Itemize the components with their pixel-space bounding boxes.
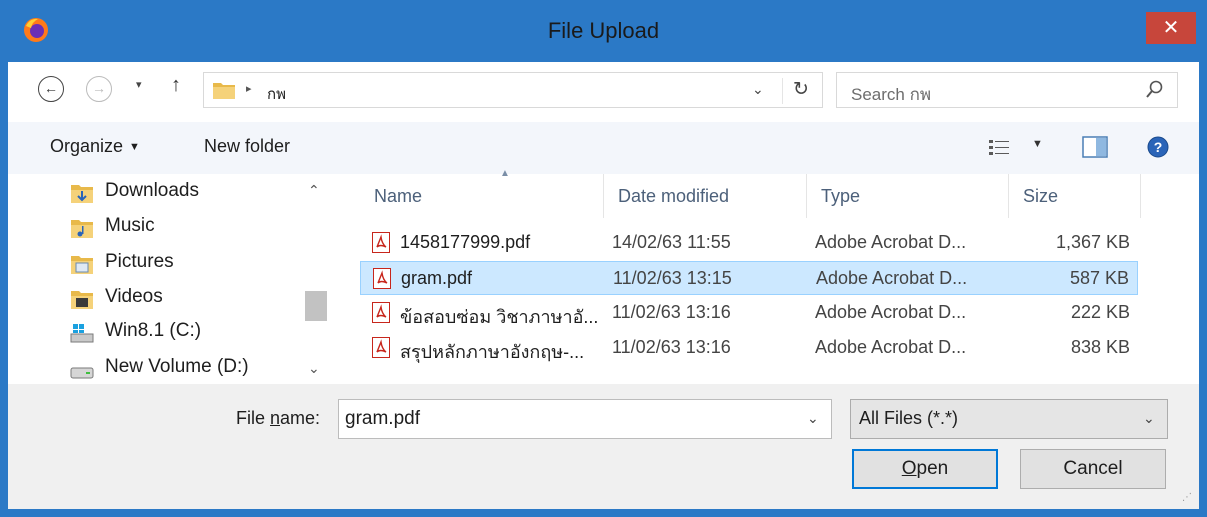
organize-label: Organize — [50, 136, 124, 156]
cancel-button[interactable]: Cancel — [1020, 449, 1166, 489]
title-bar[interactable]: File Upload ✕ — [0, 0, 1207, 62]
chevron-down-icon[interactable]: ⌄ — [807, 410, 819, 427]
file-date: 11/02/63 13:16 — [612, 302, 731, 322]
file-name-label: File name: — [236, 408, 320, 429]
open-button[interactable]: Open — [852, 449, 998, 489]
pdf-file-icon — [372, 232, 390, 253]
file-name: gram.pdf — [401, 268, 473, 288]
file-type-select[interactable]: All Files (*.*) ⌄ — [850, 399, 1168, 439]
column-header-date[interactable]: Date modified — [604, 174, 807, 218]
nav-item-label: Downloads — [105, 180, 199, 201]
navigation-pane: Downloads Music Pictures Videos Win8.1 (… — [8, 174, 330, 384]
recent-locations-button[interactable]: ▾ — [136, 78, 142, 91]
organize-button[interactable]: Organize ▼ — [50, 136, 140, 157]
file-type: Adobe Acrobat D... — [815, 337, 967, 357]
search-placeholder: Search กพ — [851, 85, 932, 104]
column-header-type[interactable]: Type — [807, 174, 1009, 218]
column-header-name[interactable]: Name ▲ — [360, 168, 604, 218]
file-size: 587 KB — [1069, 268, 1129, 288]
file-size: 1,367 KB — [1055, 232, 1130, 252]
refresh-button[interactable]: ↻ — [782, 78, 809, 104]
help-icon[interactable]: ? — [1146, 135, 1170, 159]
file-upload-dialog: File Upload ✕ ← → ▾ ↑ ▸ กพ ⌄ ↻ Search กพ — [0, 0, 1207, 517]
system-drive-icon — [70, 324, 94, 343]
address-bar[interactable]: ▸ กพ ⌄ ↻ — [203, 72, 823, 108]
nav-item-label: New Volume (D:) — [105, 356, 249, 377]
videos-folder-icon — [71, 291, 93, 309]
sort-ascending-icon: ▲ — [500, 168, 510, 179]
column-header-label: Name — [374, 186, 423, 206]
scroll-down-icon[interactable]: ⌄ — [308, 360, 320, 377]
scroll-thumb[interactable] — [305, 291, 327, 321]
music-folder-icon — [71, 220, 93, 238]
search-icon[interactable] — [1145, 79, 1165, 101]
breadcrumb-separator-icon[interactable]: ▸ — [246, 82, 252, 95]
file-name-combobox[interactable]: gram.pdf ⌄ — [338, 399, 832, 439]
address-row: ← → ▾ ↑ ▸ กพ ⌄ ↻ Search กพ — [8, 62, 1199, 122]
file-date: 14/02/63 11:55 — [612, 232, 731, 252]
file-row[interactable]: สรุปหลักภาษาอังกฤษ-... 11/02/63 13:16 Adob… — [360, 331, 1138, 365]
file-type: Adobe Acrobat D... — [815, 232, 967, 252]
nav-item-label: Pictures — [105, 251, 174, 272]
close-button[interactable]: ✕ — [1146, 12, 1196, 44]
open-accel: O — [901, 458, 917, 479]
folder-icon — [213, 83, 235, 99]
file-name-input[interactable]: gram.pdf — [345, 408, 420, 430]
forward-button[interactable]: → — [86, 76, 112, 102]
file-name: สรุปหลักภาษาอังกฤษ-... — [400, 342, 585, 362]
nav-item-label: Win8.1 (C:) — [105, 320, 202, 341]
nav-item-label: Music — [105, 215, 155, 236]
new-folder-button[interactable]: New folder — [204, 136, 290, 157]
scroll-up-icon[interactable]: ⌃ — [308, 182, 320, 199]
up-button[interactable]: ↑ — [171, 74, 181, 97]
file-name-label-post: ame: — [280, 408, 321, 428]
window-title: File Upload — [547, 18, 660, 43]
file-row[interactable]: gram.pdf 11/02/63 13:15 Adobe Acrobat D...… — [360, 261, 1138, 295]
resize-grip-icon[interactable]: ⋰ — [1182, 492, 1192, 503]
drive-icon — [70, 367, 94, 379]
file-date: 11/02/63 13:16 — [612, 337, 731, 357]
file-size: 838 KB — [1070, 337, 1130, 357]
file-name-label-accel: n — [270, 408, 281, 428]
open-label: pen — [916, 458, 949, 479]
file-date: 11/02/63 13:15 — [613, 268, 732, 288]
preview-pane-icon[interactable] — [1082, 136, 1108, 158]
column-header-size[interactable]: Size — [1009, 174, 1141, 218]
nav-scrollbar[interactable]: ⌃ ⌄ — [303, 174, 330, 384]
file-name-label-pre: File — [236, 408, 271, 428]
nav-item-label: Videos — [105, 286, 163, 307]
file-row[interactable]: ข้อสอบซ่อม วิชาภาษาอั... 11/02/63 13:16 Ad… — [360, 296, 1138, 330]
file-name: 1458177999.pdf — [400, 232, 531, 252]
pdf-file-icon — [373, 268, 391, 289]
search-input[interactable]: Search กพ — [836, 72, 1178, 108]
downloads-folder-icon — [71, 185, 93, 203]
chevron-down-icon[interactable]: ⌄ — [1143, 410, 1155, 427]
pdf-file-icon — [372, 337, 390, 358]
file-name: ข้อสอบซ่อม วิชาภาษาอั... — [400, 307, 598, 327]
chevron-down-icon: ▼ — [129, 141, 140, 153]
back-button[interactable]: ← — [38, 76, 64, 102]
view-options-icon[interactable] — [988, 138, 1010, 156]
file-row[interactable]: 1458177999.pdf 14/02/63 11:55 Adobe Acroba… — [360, 226, 1138, 260]
address-dropdown-icon[interactable]: ⌄ — [752, 81, 764, 98]
file-type-value: All Files (*.*) — [859, 408, 959, 428]
view-dropdown-icon[interactable]: ▼ — [1032, 138, 1043, 150]
dialog-body: ← → ▾ ↑ ▸ กพ ⌄ ↻ Search กพ Organize ▼ Ne… — [8, 62, 1199, 509]
file-size: 222 KB — [1070, 302, 1130, 322]
pdf-file-icon — [372, 302, 390, 323]
command-bar: Organize ▼ New folder ▼ ? — [8, 122, 1199, 174]
file-type: Adobe Acrobat D... — [816, 268, 968, 288]
file-type: Adobe Acrobat D... — [815, 302, 967, 322]
svg-text:?: ? — [1154, 139, 1163, 155]
breadcrumb-current[interactable]: กพ — [267, 82, 286, 106]
file-list: Name ▲ Date modified Type Size 145817799… — [330, 168, 1199, 384]
pictures-folder-icon — [71, 256, 93, 274]
